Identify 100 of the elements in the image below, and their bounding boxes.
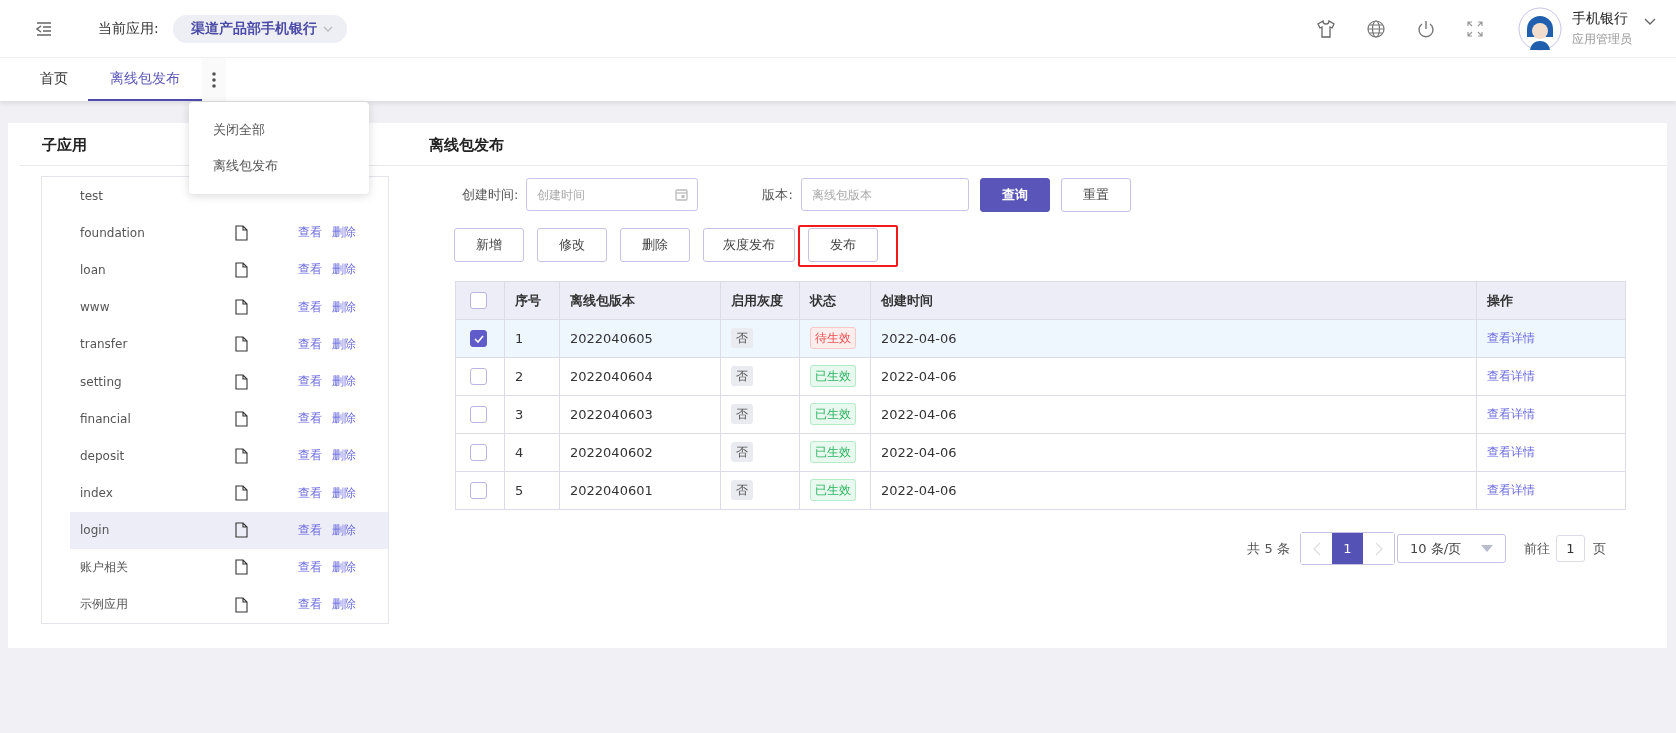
menu-item[interactable]: 离线包发布	[189, 148, 369, 184]
view-link[interactable]: 查看	[298, 596, 322, 614]
chevron-down-icon[interactable]	[1644, 17, 1656, 26]
column-header: 序号	[504, 281, 560, 320]
detail-link[interactable]: 查看详情	[1487, 331, 1535, 345]
delete-link[interactable]: 删除	[332, 558, 356, 576]
goto-page-field[interactable]: 1	[1556, 535, 1585, 562]
file-icon	[235, 336, 248, 353]
file-icon	[235, 596, 248, 613]
chevron-down-icon	[322, 25, 333, 32]
file-icon	[235, 485, 248, 502]
delete-link[interactable]: 删除	[332, 298, 356, 316]
file-icon	[235, 373, 248, 390]
action-button[interactable]: 灰度发布	[703, 228, 795, 262]
delete-link[interactable]: 删除	[332, 484, 356, 502]
table-cell: 2022040601	[559, 471, 721, 510]
sub-app-item[interactable]: index 查看 删除	[70, 474, 388, 512]
fullscreen-icon[interactable]	[1466, 19, 1484, 38]
action-button[interactable]: 新增	[454, 228, 524, 262]
user-role: 应用管理员	[1572, 30, 1632, 48]
sub-app-item[interactable]: login 查看 删除	[70, 511, 388, 549]
row-checkbox[interactable]	[470, 368, 487, 385]
detail-link[interactable]: 查看详情	[1487, 407, 1535, 421]
app-selector[interactable]: 渠道产品部手机银行	[172, 14, 347, 43]
view-link[interactable]: 查看	[298, 521, 322, 539]
shirt-icon[interactable]	[1316, 18, 1336, 39]
delete-link[interactable]: 删除	[332, 596, 356, 614]
detail-link[interactable]: 查看详情	[1487, 483, 1535, 497]
menu-item[interactable]: 关闭全部	[189, 112, 369, 148]
row-checkbox[interactable]	[470, 444, 487, 461]
view-link[interactable]: 查看	[298, 224, 322, 242]
sub-app-name: financial	[80, 411, 132, 426]
view-link[interactable]: 查看	[298, 558, 322, 576]
page-button[interactable]: 1	[1332, 533, 1363, 564]
delete-link[interactable]: 删除	[332, 447, 356, 465]
sub-app-item[interactable]: 示例应用 查看 删除	[70, 586, 388, 624]
sub-app-item[interactable]: financial 查看 删除	[70, 400, 388, 438]
search-button[interactable]: 查询	[979, 177, 1050, 212]
reset-button[interactable]: 重置	[1060, 177, 1131, 212]
date-field[interactable]: 创建时间	[526, 178, 699, 211]
file-icon	[235, 410, 248, 427]
view-link[interactable]: 查看	[298, 410, 322, 428]
more-icon[interactable]	[212, 71, 216, 88]
sub-app-item[interactable]: transfer 查看 删除	[70, 325, 388, 363]
tab[interactable]: 首页	[20, 58, 88, 101]
status-tag: 待生效	[810, 327, 856, 349]
table-cell: 2022-04-06	[870, 471, 1477, 510]
view-link[interactable]: 查看	[298, 261, 322, 279]
table-cell: 2022-04-06	[870, 319, 1477, 358]
table-cell: 2022-04-06	[870, 357, 1477, 396]
view-link[interactable]: 查看	[298, 484, 322, 502]
select-all-checkbox[interactable]	[470, 292, 487, 309]
table-cell: 4	[504, 433, 560, 472]
row-checkbox[interactable]	[470, 482, 487, 499]
goto-label: 前往	[1524, 539, 1550, 558]
column-header: 离线包版本	[559, 281, 721, 320]
row-checkbox[interactable]	[470, 330, 487, 347]
flag-tag: 否	[731, 442, 753, 462]
sub-app-item[interactable]: deposit 查看 删除	[70, 437, 388, 475]
action-button[interactable]: 发布	[808, 228, 878, 262]
column-header: 操作	[1476, 281, 1626, 320]
file-icon	[235, 299, 248, 316]
action-button[interactable]: 删除	[620, 228, 690, 262]
column-header: 启用灰度	[720, 281, 800, 320]
table-cell: 5	[504, 471, 560, 510]
detail-link[interactable]: 查看详情	[1487, 369, 1535, 383]
action-button[interactable]: 修改	[537, 228, 607, 262]
view-link[interactable]: 查看	[298, 373, 322, 391]
globe-icon[interactable]	[1366, 18, 1386, 39]
sub-app-name: setting	[80, 374, 123, 389]
input-field[interactable]: 离线包版本	[800, 178, 969, 211]
power-icon[interactable]	[1416, 18, 1436, 39]
menu-fold-icon[interactable]	[36, 21, 52, 36]
sub-app-name: loan	[80, 262, 107, 277]
table-cell: 2022-04-06	[870, 395, 1477, 434]
view-link[interactable]: 查看	[298, 447, 322, 465]
sub-app-item[interactable]: loan 查看 删除	[70, 251, 388, 289]
page-size-select[interactable]: 10 条/页	[1397, 534, 1506, 563]
delete-link[interactable]: 删除	[332, 261, 356, 279]
row-checkbox[interactable]	[470, 406, 487, 423]
view-link[interactable]: 查看	[298, 335, 322, 353]
sub-app-item[interactable]: www 查看 删除	[70, 288, 388, 326]
avatar[interactable]	[1518, 6, 1562, 51]
panel-title: 离线包发布	[429, 123, 1667, 166]
sub-app-name: 示例应用	[80, 596, 129, 614]
sub-app-item[interactable]: setting 查看 删除	[70, 362, 388, 401]
delete-link[interactable]: 删除	[332, 410, 356, 428]
delete-link[interactable]: 删除	[332, 521, 356, 539]
delete-link[interactable]: 删除	[332, 373, 356, 391]
view-link[interactable]: 查看	[298, 298, 322, 316]
delete-link[interactable]: 删除	[332, 224, 356, 242]
table-cell: 3	[504, 395, 560, 434]
sub-app-item[interactable]: foundation 查看 删除	[70, 214, 388, 252]
table-cell: 1	[504, 319, 560, 358]
table-cell: 2022040604	[559, 357, 721, 396]
table-cell: 2	[504, 357, 560, 396]
sub-app-item[interactable]: 账户相关 查看 删除	[70, 548, 388, 587]
sub-app-name: transfer	[80, 337, 129, 352]
delete-link[interactable]: 删除	[332, 335, 356, 353]
detail-link[interactable]: 查看详情	[1487, 445, 1535, 459]
